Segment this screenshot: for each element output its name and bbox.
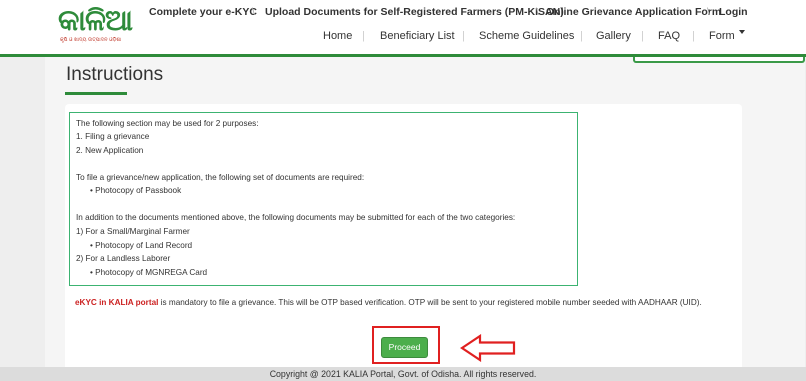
- instruction-line: To file a grievance/new application, the…: [76, 173, 365, 182]
- separator: |: [580, 30, 583, 42]
- instructions-box: The following section may be used for 2 …: [69, 112, 578, 286]
- link-login[interactable]: Login: [719, 6, 748, 18]
- separator: \: [536, 6, 539, 18]
- logo-tagline: କୃଷି ଓ ଖାଦ୍ୟ ଉତ୍ପାଦନ ଓଡ଼ିଶା: [60, 37, 122, 43]
- title-underline: [65, 92, 127, 95]
- site-header: କାଳିଆ କୃଷି ଓ ଖାଦ୍ୟ ଉତ୍ପାଦନ ଓଡ଼ିଶା Comple…: [0, 0, 806, 54]
- nav-gallery[interactable]: Gallery: [596, 30, 631, 42]
- side-widget-edge: [633, 57, 805, 63]
- caret-down-icon: [738, 30, 745, 34]
- link-grievance-form[interactable]: Online Grievance Application Form: [546, 6, 721, 18]
- ekyc-note: eKYC in KALIA portal is mandatory to fil…: [75, 296, 735, 309]
- ekyc-highlight: eKYC in KALIA portal: [75, 298, 159, 307]
- instruction-line: 1. Filing a grievance: [76, 132, 150, 141]
- footer: Copyright @ 2021 KALIA Portal, Govt. of …: [0, 367, 806, 381]
- nav-scheme-guidelines[interactable]: Scheme Guidelines: [479, 30, 574, 42]
- kalia-logo[interactable]: କାଳିଆ କୃଷି ଓ ଖାଦ୍ୟ ଉତ୍ପାଦନ ଓଡ଼ିଶା: [58, 3, 133, 48]
- separator: |: [362, 30, 365, 42]
- bullet-text: Photocopy of Passbook: [95, 186, 182, 195]
- link-complete-ekyc[interactable]: Complete your e-KYC: [149, 6, 257, 18]
- ekyc-note-text: is mandatory to file a grievance. This w…: [158, 298, 702, 307]
- instruction-line: The following section may be used for 2 …: [76, 119, 259, 128]
- separator: |: [462, 30, 465, 42]
- bullet-text: Photocopy of MGNREGA Card: [95, 268, 208, 277]
- logo-script: କାଳିଆ: [58, 3, 133, 37]
- instruction-line: In addition to the documents mentioned a…: [76, 213, 516, 222]
- separator: |: [641, 30, 644, 42]
- nav-home[interactable]: Home: [323, 30, 352, 42]
- nav-form-dropdown[interactable]: Form: [709, 30, 745, 42]
- nav-form-label: Form: [709, 30, 735, 42]
- bullet-item: • Photocopy of Land Record: [90, 241, 193, 250]
- link-upload-documents[interactable]: Upload Documents for Self-Registered Far…: [265, 6, 564, 18]
- instruction-line: 2) For a Landless Laborer: [76, 254, 171, 263]
- nav-beneficiary-list[interactable]: Beneficiary List: [380, 30, 455, 42]
- pointer-arrow-icon: [460, 334, 516, 362]
- instruction-line: 2. New Application: [76, 146, 144, 155]
- nav-faq[interactable]: FAQ: [658, 30, 680, 42]
- separator: \: [707, 6, 710, 18]
- separator: |: [692, 30, 695, 42]
- page-title: Instructions: [66, 64, 164, 85]
- bullet-item: • Photocopy of MGNREGA Card: [90, 268, 208, 277]
- separator: \: [252, 6, 255, 18]
- bullet-text: Photocopy of Land Record: [95, 241, 193, 250]
- bullet-item: • Photocopy of Passbook: [90, 186, 182, 195]
- instruction-line: 1) For a Small/Marginal Farmer: [76, 227, 190, 236]
- proceed-button[interactable]: Proceed: [381, 337, 428, 358]
